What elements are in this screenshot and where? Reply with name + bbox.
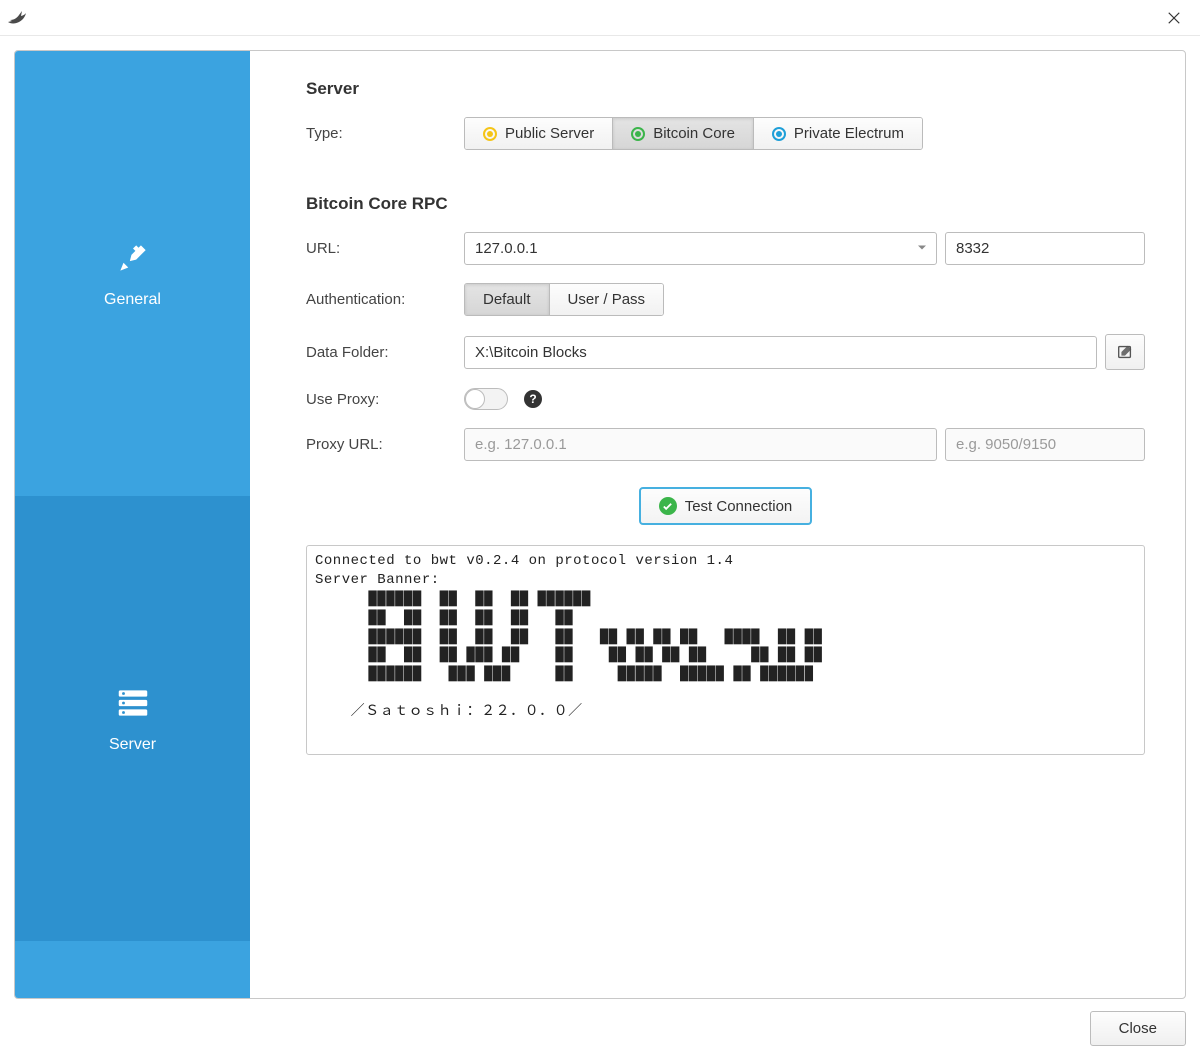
label-type: Type: [306, 125, 456, 142]
server-icon [114, 684, 152, 722]
app-bird-icon [6, 6, 30, 30]
label-proxy-url: Proxy URL: [306, 436, 456, 453]
type-option-label: Public Server [505, 125, 594, 142]
label-auth: Authentication: [306, 291, 456, 308]
auth-option-label: Default [483, 291, 531, 308]
auth-toggle: Default User / Pass [464, 283, 664, 316]
auth-option-label: User / Pass [568, 291, 646, 308]
dot-blue-icon [772, 127, 786, 141]
sidebar-item-server[interactable]: Server [15, 496, 250, 941]
rpc-port-input[interactable] [945, 232, 1145, 265]
close-button[interactable]: Close [1090, 1011, 1186, 1046]
help-icon[interactable]: ? [524, 390, 542, 408]
label-use-proxy: Use Proxy: [306, 391, 456, 408]
rpc-host-value: 127.0.0.1 [475, 240, 538, 257]
test-connection-label: Test Connection [685, 498, 793, 515]
rpc-host-combo[interactable]: 127.0.0.1 [464, 232, 937, 265]
proxy-host-input[interactable] [464, 428, 937, 461]
use-proxy-toggle[interactable] [464, 388, 508, 410]
sidebar-item-general[interactable]: General [15, 51, 250, 496]
sidebar-item-label: General [104, 291, 161, 309]
label-data-folder: Data Folder: [306, 344, 456, 361]
connection-output-console[interactable]: Connected to bwt v0.2.4 on protocol vers… [306, 545, 1145, 755]
sidebar-item-label: Server [109, 736, 156, 754]
type-option-bitcoin-core[interactable]: Bitcoin Core [613, 118, 754, 149]
toggle-knob [465, 389, 485, 409]
dot-green-icon [631, 127, 645, 141]
type-option-label: Private Electrum [794, 125, 904, 142]
dialog-footer: Close [14, 999, 1186, 1046]
check-circle-icon [659, 497, 677, 515]
auth-option-default[interactable]: Default [465, 284, 550, 315]
chevron-down-icon [916, 240, 928, 257]
type-option-label: Bitcoin Core [653, 125, 735, 142]
label-url: URL: [306, 240, 456, 257]
proxy-port-input[interactable] [945, 428, 1145, 461]
settings-panel: General Server Server Type: Public Serve… [14, 50, 1186, 999]
type-option-public[interactable]: Public Server [465, 118, 613, 149]
type-option-private-electrum[interactable]: Private Electrum [754, 118, 922, 149]
tools-icon [114, 239, 152, 277]
close-button-label: Close [1119, 1020, 1157, 1037]
server-type-toggle: Public Server Bitcoin Core Private Elect… [464, 117, 923, 150]
section-rpc-heading: Bitcoin Core RPC [306, 194, 1145, 214]
sidebar: General Server [15, 51, 250, 998]
section-server-heading: Server [306, 79, 1145, 99]
content-area: Server Type: Public Server Bitcoin Core … [250, 51, 1185, 998]
titlebar [0, 0, 1200, 36]
window-close-button[interactable] [1160, 4, 1188, 32]
auth-option-userpass[interactable]: User / Pass [550, 284, 664, 315]
browse-folder-button[interactable] [1105, 334, 1145, 370]
data-folder-input[interactable] [464, 336, 1097, 369]
test-connection-button[interactable]: Test Connection [639, 487, 813, 525]
dot-yellow-icon [483, 127, 497, 141]
